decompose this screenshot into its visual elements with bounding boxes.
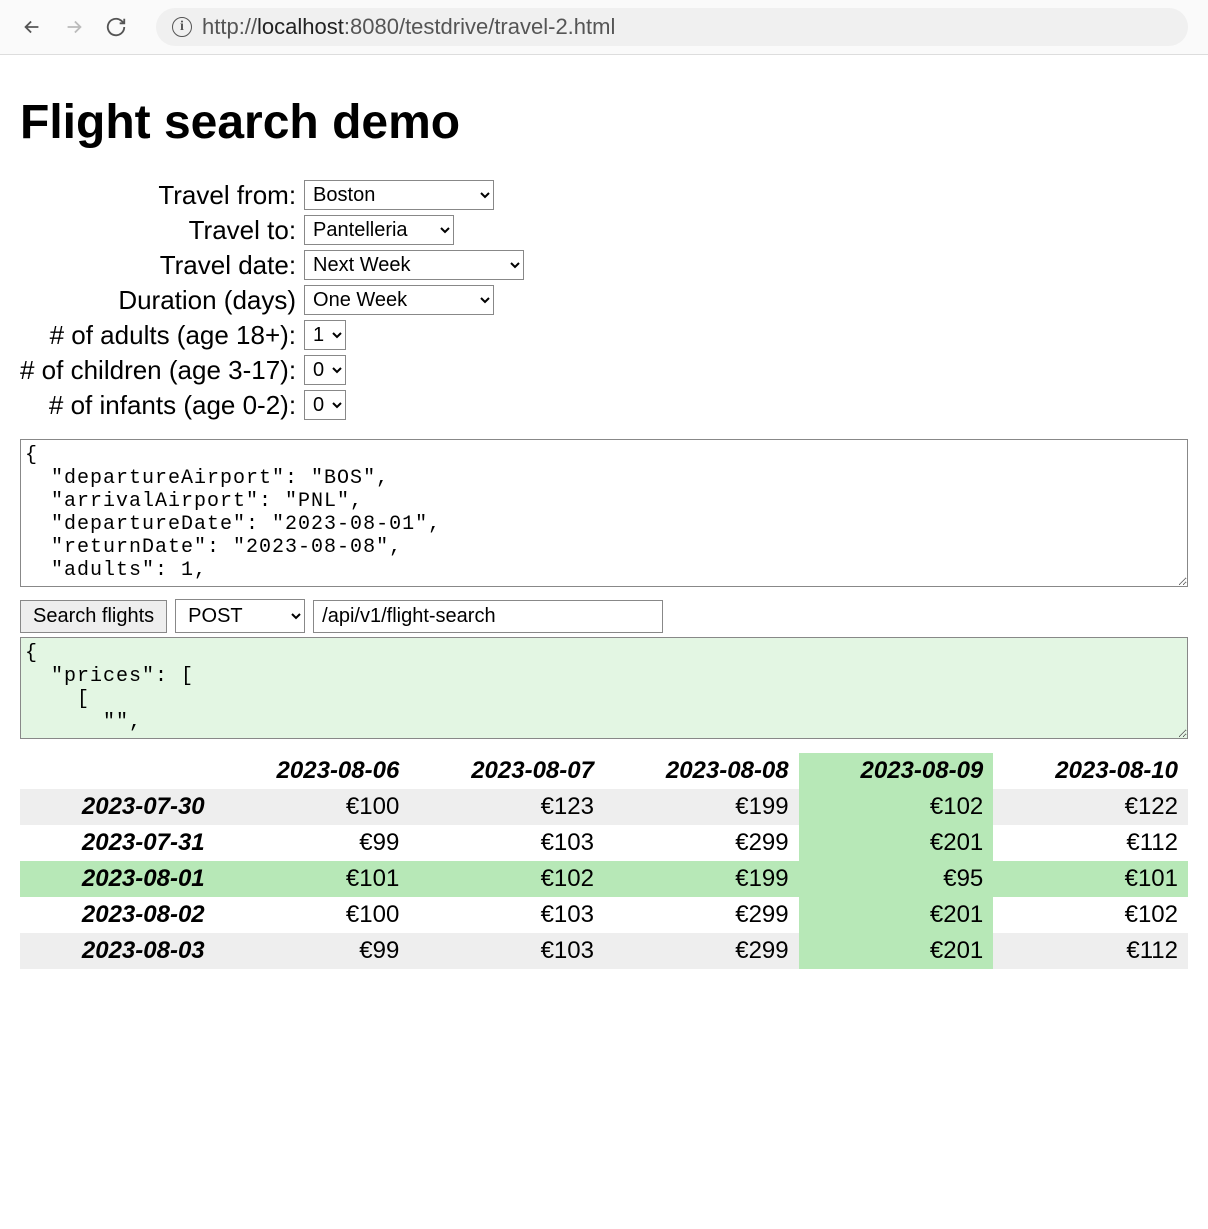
price-table-row-header: 2023-07-30 <box>20 789 215 825</box>
price-cell[interactable]: €122 <box>993 789 1188 825</box>
price-table-row: 2023-08-01€101€102€199€95€101 <box>20 861 1188 897</box>
price-table-col-header: 2023-08-10 <box>993 753 1188 789</box>
price-table: 2023-08-062023-08-072023-08-082023-08-09… <box>20 753 1188 969</box>
infants-label: # of infants (age 0-2): <box>20 390 304 425</box>
nav-back-icon[interactable] <box>20 15 44 39</box>
price-cell[interactable]: €102 <box>799 789 994 825</box>
search-form: Travel from: Boston Travel to: Panteller… <box>20 180 524 425</box>
price-table-row-header: 2023-08-02 <box>20 897 215 933</box>
page-title: Flight search demo <box>20 95 1188 150</box>
price-cell[interactable]: €112 <box>993 825 1188 861</box>
infants-select[interactable]: 0 <box>304 390 346 420</box>
price-cell[interactable]: €199 <box>604 861 799 897</box>
price-table-row-header: 2023-07-31 <box>20 825 215 861</box>
price-table-header-row: 2023-08-062023-08-072023-08-082023-08-09… <box>20 753 1188 789</box>
price-cell[interactable]: €103 <box>409 825 604 861</box>
adults-select[interactable]: 1 <box>304 320 346 350</box>
price-cell[interactable]: €299 <box>604 933 799 969</box>
price-cell[interactable]: €103 <box>409 933 604 969</box>
price-cell[interactable]: €102 <box>993 897 1188 933</box>
price-table-col-header: 2023-08-06 <box>215 753 410 789</box>
price-cell[interactable]: €101 <box>993 861 1188 897</box>
from-label: Travel from: <box>20 180 304 215</box>
url-text: http://localhost:8080/testdrive/travel-2… <box>202 14 615 40</box>
price-table-row-header: 2023-08-01 <box>20 861 215 897</box>
price-table-col-header: 2023-08-09 <box>799 753 994 789</box>
action-row: Search flights POST <box>20 599 1188 633</box>
price-cell[interactable]: €99 <box>215 933 410 969</box>
price-cell[interactable]: €101 <box>215 861 410 897</box>
search-button[interactable]: Search flights <box>20 600 167 633</box>
price-table-corner <box>20 753 215 789</box>
request-body-textarea[interactable]: { "departureAirport": "BOS", "arrivalAir… <box>20 439 1188 587</box>
price-cell[interactable]: €102 <box>409 861 604 897</box>
duration-select[interactable]: One Week <box>304 285 494 315</box>
endpoint-input[interactable] <box>313 600 663 633</box>
to-label: Travel to: <box>20 215 304 250</box>
price-cell[interactable]: €100 <box>215 789 410 825</box>
price-table-body: 2023-07-30€100€123€199€102€1222023-07-31… <box>20 789 1188 969</box>
date-label: Travel date: <box>20 250 304 285</box>
price-cell[interactable]: €99 <box>215 825 410 861</box>
price-cell[interactable]: €199 <box>604 789 799 825</box>
date-select[interactable]: Next Week <box>304 250 524 280</box>
price-table-col-header: 2023-08-07 <box>409 753 604 789</box>
price-cell[interactable]: €201 <box>799 897 994 933</box>
price-cell[interactable]: €103 <box>409 897 604 933</box>
price-table-row: 2023-08-02€100€103€299€201€102 <box>20 897 1188 933</box>
nav-reload-icon[interactable] <box>104 15 128 39</box>
price-table-row: 2023-07-31€99€103€299€201€112 <box>20 825 1188 861</box>
price-table-col-header: 2023-08-08 <box>604 753 799 789</box>
price-table-row: 2023-08-03€99€103€299€201€112 <box>20 933 1188 969</box>
http-method-select[interactable]: POST <box>175 599 305 633</box>
price-cell[interactable]: €112 <box>993 933 1188 969</box>
price-cell[interactable]: €299 <box>604 897 799 933</box>
price-cell[interactable]: €95 <box>799 861 994 897</box>
price-cell[interactable]: €201 <box>799 933 994 969</box>
children-label: # of children (age 3-17): <box>20 355 304 390</box>
url-bar[interactable]: i http://localhost:8080/testdrive/travel… <box>156 8 1188 46</box>
price-cell[interactable]: €100 <box>215 897 410 933</box>
price-cell[interactable]: €201 <box>799 825 994 861</box>
from-select[interactable]: Boston <box>304 180 494 210</box>
price-cell[interactable]: €299 <box>604 825 799 861</box>
response-body-textarea[interactable]: { "prices": [ [ "", <box>20 637 1188 739</box>
price-table-row-header: 2023-08-03 <box>20 933 215 969</box>
nav-forward-icon <box>62 15 86 39</box>
duration-label: Duration (days) <box>20 285 304 320</box>
price-table-row: 2023-07-30€100€123€199€102€122 <box>20 789 1188 825</box>
site-info-icon[interactable]: i <box>172 17 192 37</box>
browser-toolbar: i http://localhost:8080/testdrive/travel… <box>0 0 1208 55</box>
price-cell[interactable]: €123 <box>409 789 604 825</box>
children-select[interactable]: 0 <box>304 355 346 385</box>
adults-label: # of adults (age 18+): <box>20 320 304 355</box>
to-select[interactable]: Pantelleria <box>304 215 454 245</box>
